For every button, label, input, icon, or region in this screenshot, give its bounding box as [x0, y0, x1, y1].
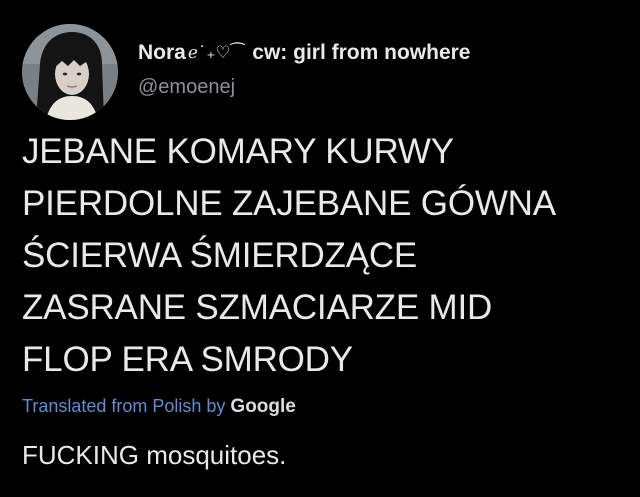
tweet-text-line: PIERDOLNE ZAJEBANE GÓWNA — [22, 184, 556, 223]
display-name[interactable]: Nora — [138, 41, 186, 65]
tweet-text-line: FLOP ERA SMRODY — [22, 340, 353, 379]
display-name-decoration: ℯ˙₊♡⁀ — [187, 43, 245, 63]
display-name-suffix[interactable]: cw: girl from nowhere — [252, 41, 470, 65]
translated-text: FUCKING mosquitoes. — [22, 440, 287, 470]
tweet: Nora ℯ˙₊♡⁀ cw: girl from nowhere @emoene… — [0, 0, 640, 497]
tweet-text-line: ŚCIERWA ŚMIERDZĄCE — [22, 236, 418, 275]
google-logo: Google — [230, 396, 296, 417]
display-name-row[interactable]: Nora ℯ˙₊♡⁀ cw: girl from nowhere — [138, 38, 618, 68]
translated-from-label[interactable]: Translated from Polish by — [22, 396, 225, 417]
tweet-text-line: JEBANE KOMARY KURWY — [22, 132, 454, 171]
user-handle[interactable]: @emoenej — [138, 76, 618, 99]
profile-photo-avatar-icon — [22, 24, 118, 120]
tweet-text: JEBANE KOMARY KURWY PIERDOLNE ZAJEBANE G… — [22, 126, 622, 386]
avatar[interactable] — [22, 24, 118, 120]
tweet-header: Nora ℯ˙₊♡⁀ cw: girl from nowhere @emoene… — [138, 38, 618, 99]
translation-attribution[interactable]: Translated from Polish by Google — [22, 396, 296, 418]
tweet-text-line: ZASRANE SZMACIARZE MID — [22, 288, 493, 327]
